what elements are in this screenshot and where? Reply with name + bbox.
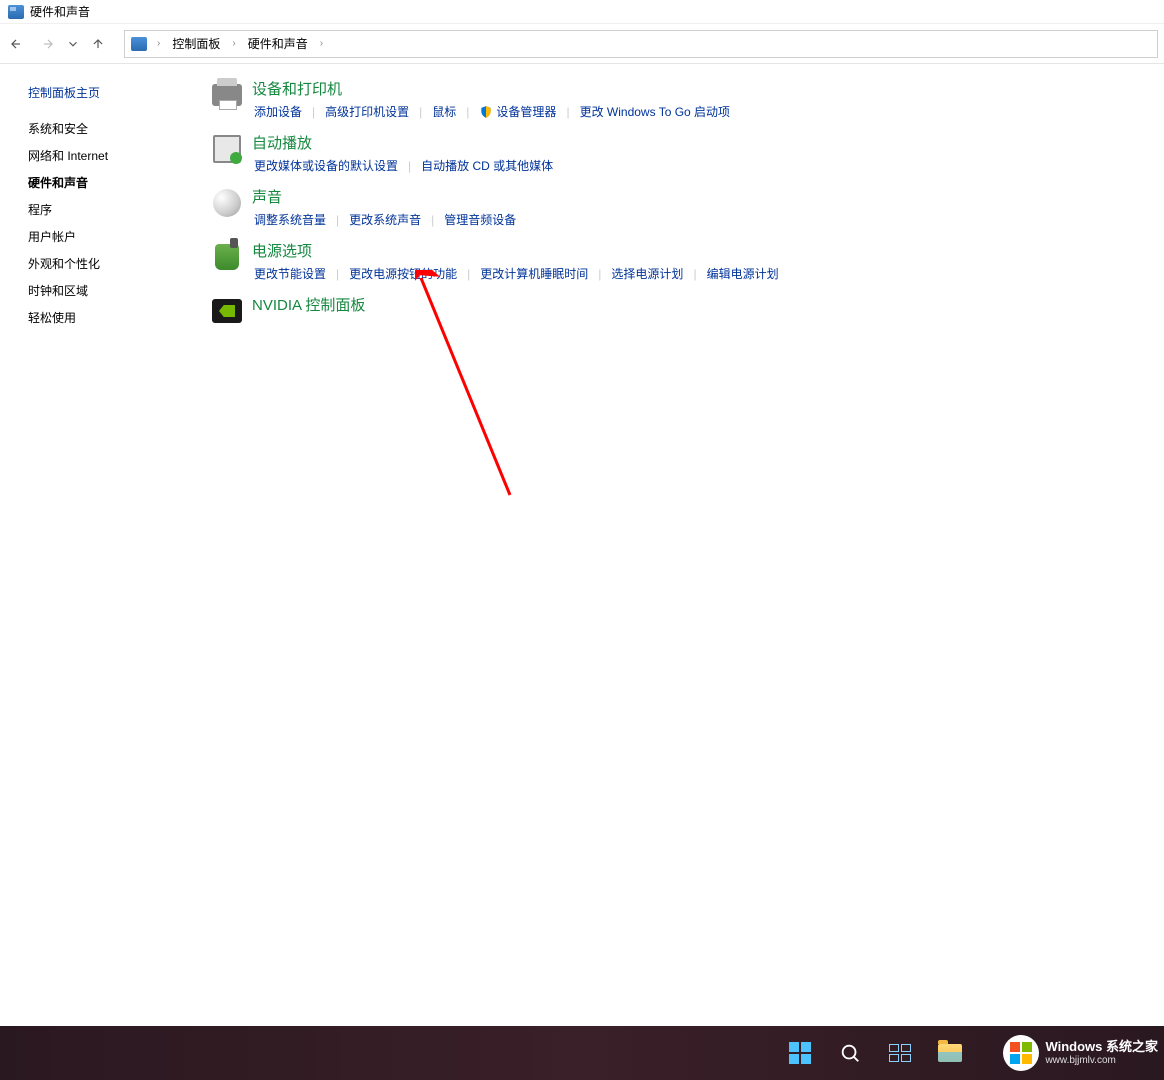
forward-button[interactable] [32,28,64,60]
watermark-url: www.bjjmlv.com [1045,1055,1158,1067]
task-view-icon [889,1044,911,1062]
watermark-title: Windows 系统之家 [1045,1039,1158,1055]
sidebar-item-user-accounts[interactable]: 用户帐户 [28,223,180,250]
chevron-right-icon[interactable]: › [153,38,164,49]
category-title-sound[interactable]: 声音 [252,186,518,207]
back-button[interactable] [0,28,32,60]
link-mouse[interactable]: 鼠标 [430,103,458,120]
watermark-logo-icon [1003,1035,1039,1071]
taskbar-search-button[interactable] [830,1033,870,1073]
chevron-right-icon[interactable]: › [316,38,327,49]
content-area: 控制面板主页 系统和安全 网络和 Internet 硬件和声音 程序 用户帐户 … [0,64,1164,340]
sidebar-item-network[interactable]: 网络和 Internet [28,142,180,169]
link-change-energy-saving[interactable]: 更改节能设置 [252,265,328,282]
nav-toolbar: › 控制面板 › 硬件和声音 › [0,24,1164,64]
link-manage-audio[interactable]: 管理音频设备 [442,211,518,228]
sidebar: 控制面板主页 系统和安全 网络和 Internet 硬件和声音 程序 用户帐户 … [0,64,180,340]
breadcrumb-hardware-sound[interactable]: 硬件和声音 [246,35,310,52]
category-devices-printers: 设备和打印机 添加设备 | 高级打印机设置 | 鼠标 | 设备管理器 | 更改 … [210,78,1164,120]
control-panel-icon [8,5,24,19]
folder-icon [938,1044,962,1062]
taskbar: Windows 系统之家 www.bjjmlv.com [0,1026,1164,1080]
link-advanced-printer[interactable]: 高级打印机设置 [323,103,411,120]
address-bar[interactable]: › 控制面板 › 硬件和声音 › [124,30,1158,58]
sidebar-item-system-security[interactable]: 系统和安全 [28,115,180,142]
sidebar-item-programs[interactable]: 程序 [28,196,180,223]
nvidia-icon [210,294,244,328]
autoplay-icon [210,132,244,166]
up-button[interactable] [82,28,114,60]
file-explorer-button[interactable] [930,1033,970,1073]
main-panel: 设备和打印机 添加设备 | 高级打印机设置 | 鼠标 | 设备管理器 | 更改 … [180,64,1164,340]
sidebar-item-appearance[interactable]: 外观和个性化 [28,250,180,277]
link-windows-to-go[interactable]: 更改 Windows To Go 启动项 [578,103,732,120]
category-title-autoplay[interactable]: 自动播放 [252,132,555,153]
titlebar: 硬件和声音 [0,0,1164,24]
link-device-manager[interactable]: 设备管理器 [477,103,558,120]
category-sound: 声音 调整系统音量 | 更改系统声音 | 管理音频设备 [210,186,1164,228]
category-autoplay: 自动播放 更改媒体或设备的默认设置 | 自动播放 CD 或其他媒体 [210,132,1164,174]
category-title-nvidia[interactable]: NVIDIA 控制面板 [252,294,365,315]
watermark: Windows 系统之家 www.bjjmlv.com [1003,1026,1164,1080]
link-change-media-default[interactable]: 更改媒体或设备的默认设置 [252,157,400,174]
category-title-power[interactable]: 电源选项 [252,240,781,261]
breadcrumb-control-panel[interactable]: 控制面板 [170,35,222,52]
recent-dropdown[interactable] [64,28,82,60]
link-change-sleep[interactable]: 更改计算机睡眠时间 [478,265,590,282]
window-title: 硬件和声音 [30,3,90,20]
link-add-device[interactable]: 添加设备 [252,103,304,120]
category-title-devices[interactable]: 设备和打印机 [252,78,732,99]
start-button[interactable] [780,1033,820,1073]
power-icon [210,240,244,274]
sidebar-item-clock-region[interactable]: 时钟和区域 [28,277,180,304]
link-edit-power-plan[interactable]: 编辑电源计划 [705,265,781,282]
link-autoplay-cd[interactable]: 自动播放 CD 或其他媒体 [419,157,555,174]
link-device-manager-label: 设备管理器 [496,103,556,120]
link-choose-power-plan[interactable]: 选择电源计划 [609,265,685,282]
search-icon [839,1042,861,1064]
sidebar-item-hardware-sound[interactable]: 硬件和声音 [28,169,180,196]
sidebar-home-link[interactable]: 控制面板主页 [28,84,180,101]
chevron-right-icon[interactable]: › [228,38,239,49]
link-change-system-sound[interactable]: 更改系统声音 [347,211,423,228]
link-adjust-volume[interactable]: 调整系统音量 [252,211,328,228]
category-power: 电源选项 更改节能设置 | 更改电源按钮的功能 | 更改计算机睡眠时间 | 选择… [210,240,1164,282]
category-nvidia: NVIDIA 控制面板 [210,294,1164,328]
addr-control-panel-icon [131,37,147,51]
windows-logo-icon [789,1042,811,1064]
sidebar-item-ease-access[interactable]: 轻松使用 [28,304,180,331]
speaker-icon [210,186,244,220]
task-view-button[interactable] [880,1033,920,1073]
link-change-power-button[interactable]: 更改电源按钮的功能 [347,265,459,282]
printer-icon [210,78,244,112]
shield-icon [479,105,493,119]
